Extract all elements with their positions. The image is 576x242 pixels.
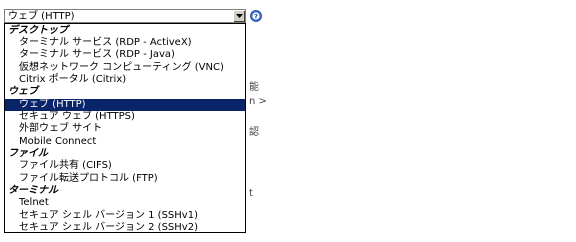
option-group-label: デスクトップ [8, 24, 68, 36]
option-item[interactable]: ファイル共有 (CIFS) [5, 160, 245, 172]
option-group-label: ファイル [8, 148, 48, 159]
option-group-label: ターミナル [8, 185, 58, 197]
option-item[interactable]: ターミナル サービス (RDP - ActiveX) [5, 37, 245, 49]
option-item-selected[interactable]: ウェブ (HTTP) [5, 98, 245, 111]
option-item[interactable]: Citrix ポータル (Citrix) [5, 74, 245, 86]
option-item[interactable]: Telnet [5, 197, 245, 209]
option-group-label: ウェブ [8, 86, 38, 98]
option-item[interactable]: セキュア シェル バージョン 1 (SSHv1) [5, 210, 245, 222]
option-item[interactable]: Mobile Connect [5, 136, 245, 148]
dropdown-arrow-button[interactable] [233, 10, 245, 22]
option-item[interactable]: セキュア シェル バージョン 2 (SSHv2) [5, 222, 245, 232]
option-item[interactable]: セキュア ウェブ (HTTPS) [5, 111, 245, 123]
option-item[interactable]: 仮想ネットワーク コンピューティング (VNC) [5, 62, 245, 74]
chevron-down-icon [236, 14, 243, 18]
svg-text:?: ? [254, 12, 258, 20]
option-item[interactable]: ファイル転送プロトコル (FTP) [5, 173, 245, 185]
option-item[interactable]: ターミナル サービス (RDP - Java) [5, 49, 245, 61]
dropdown-listbox[interactable]: デスクトップ ターミナル サービス (RDP - ActiveX) ターミナル サー… [4, 23, 246, 233]
service-type-select[interactable]: ウェブ (HTTP) [4, 9, 246, 23]
background-text: n > [249, 96, 267, 107]
background-text: 能 [249, 82, 259, 93]
background-text: t [249, 188, 253, 199]
select-current-value: ウェブ (HTTP) [8, 11, 75, 22]
option-item[interactable]: 外部ウェブ サイト [5, 123, 245, 135]
background-text: 認 [249, 127, 259, 138]
page: 能 n > 認 t ウェブ (HTTP) ? デスクトップ ターミナル サービス … [0, 0, 576, 242]
help-icon[interactable]: ? [250, 10, 262, 22]
